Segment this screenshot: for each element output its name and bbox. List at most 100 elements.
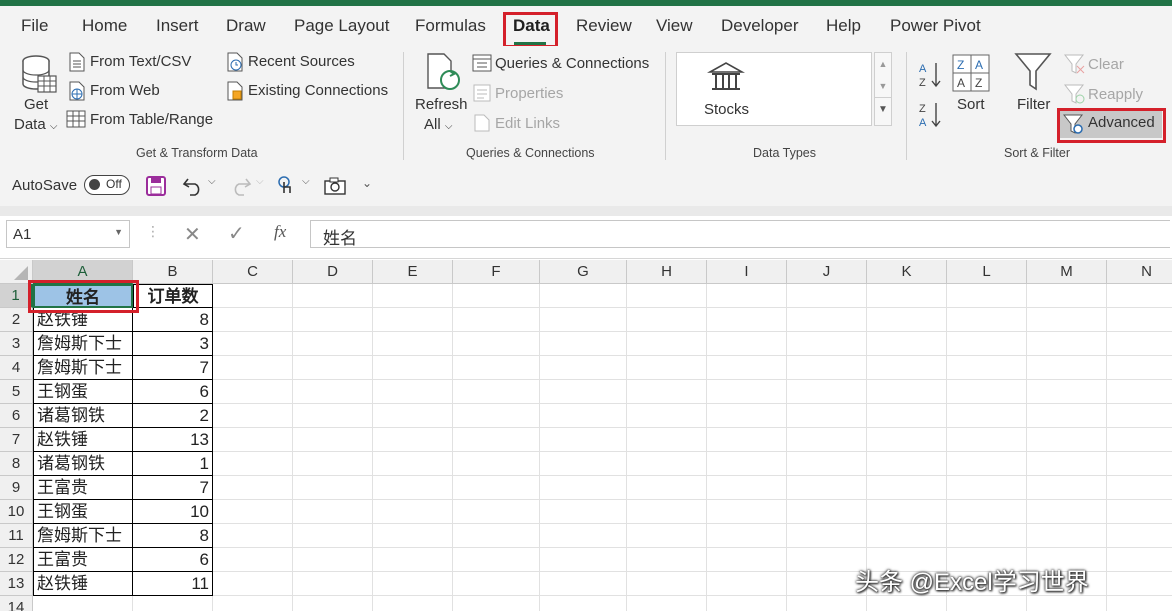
cell-name[interactable]: 赵铁锤 xyxy=(33,572,133,596)
cell-name[interactable]: 詹姆斯下士 xyxy=(33,356,133,380)
cell-name[interactable]: 王钢蛋 xyxy=(33,380,133,404)
chevron-down-icon[interactable]: ⌵ xyxy=(302,176,310,187)
row-header-4[interactable]: 4 xyxy=(0,356,33,380)
save-icon[interactable] xyxy=(146,176,166,196)
row-header-13[interactable]: 13 xyxy=(0,572,33,596)
cell-orders[interactable]: 6 xyxy=(133,548,213,572)
column-header-j[interactable]: J xyxy=(787,260,867,284)
sort-button[interactable]: Sort xyxy=(957,96,985,113)
cell-orders[interactable]: 6 xyxy=(133,380,213,404)
autosave-toggle[interactable]: Off xyxy=(84,175,130,195)
column-header-h[interactable]: H xyxy=(627,260,707,284)
column-header-g[interactable]: G xyxy=(540,260,627,284)
cancel-icon[interactable]: ✕ xyxy=(184,222,201,247)
tab-formulas[interactable]: Formulas xyxy=(415,16,486,36)
row-header-7[interactable]: 7 xyxy=(0,428,33,452)
tab-page-layout[interactable]: Page Layout xyxy=(294,16,389,36)
cell-orders[interactable]: 10 xyxy=(133,500,213,524)
cell-name[interactable]: 王钢蛋 xyxy=(33,500,133,524)
row-header-9[interactable]: 9 xyxy=(0,476,33,500)
tab-home[interactable]: Home xyxy=(82,16,127,36)
cell-name[interactable]: 王富贵 xyxy=(33,476,133,500)
tab-insert[interactable]: Insert xyxy=(156,16,199,36)
enter-icon[interactable]: ✓ xyxy=(228,221,245,246)
get-data-label-1[interactable]: Get xyxy=(24,96,48,113)
worksheet-grid[interactable]: A B C D E F G H I J K L M N 1 2 3 4 5 6 7 8 9 10 11 12 13 14 姓名 订单数 赵铁… xyxy=(0,260,1172,611)
cell-name[interactable]: 詹姆斯下士 xyxy=(33,524,133,548)
column-header-c[interactable]: C xyxy=(213,260,293,284)
data-types-gallery[interactable]: Stocks xyxy=(676,52,872,126)
cell-b1-header-orders[interactable]: 订单数 xyxy=(133,284,213,308)
name-box[interactable]: A1 ▼ xyxy=(6,220,130,248)
tab-view[interactable]: View xyxy=(656,16,693,36)
cell-name[interactable]: 诸葛钢铁 xyxy=(33,404,133,428)
column-header-e[interactable]: E xyxy=(373,260,453,284)
cell-name[interactable]: 赵铁锤 xyxy=(33,428,133,452)
row-header-10[interactable]: 10 xyxy=(0,500,33,524)
sort-icon: Z A A Z xyxy=(952,54,990,92)
cell-orders[interactable]: 7 xyxy=(133,476,213,500)
row-header-12[interactable]: 12 xyxy=(0,548,33,572)
row-header-8[interactable]: 8 xyxy=(0,452,33,476)
gallery-down-icon[interactable]: ▼ xyxy=(875,75,891,97)
cell-name[interactable]: 詹姆斯下士 xyxy=(33,332,133,356)
row-header-11[interactable]: 11 xyxy=(0,524,33,548)
recent-sources-button[interactable]: Recent Sources xyxy=(248,53,355,70)
stocks-button[interactable]: Stocks xyxy=(704,101,749,118)
refresh-all-button[interactable]: All ⌵ xyxy=(424,116,452,133)
tab-power-pivot[interactable]: Power Pivot xyxy=(890,16,981,36)
row-header-6[interactable]: 6 xyxy=(0,404,33,428)
tab-review[interactable]: Review xyxy=(576,16,632,36)
cell-orders[interactable]: 8 xyxy=(133,308,213,332)
column-header-i[interactable]: I xyxy=(707,260,787,284)
column-header-l[interactable]: L xyxy=(947,260,1027,284)
tab-help[interactable]: Help xyxy=(826,16,861,36)
from-table-range-button[interactable]: From Table/Range xyxy=(90,111,213,128)
customize-qat-icon[interactable]: ⌄ xyxy=(362,176,372,190)
formula-input[interactable]: 姓名 xyxy=(310,220,1170,248)
tab-draw[interactable]: Draw xyxy=(226,16,266,36)
cell-orders[interactable]: 2 xyxy=(133,404,213,428)
cell-orders[interactable]: 1 xyxy=(133,452,213,476)
cell-orders[interactable]: 8 xyxy=(133,524,213,548)
column-header-k[interactable]: K xyxy=(867,260,947,284)
column-header-f[interactable]: F xyxy=(453,260,540,284)
gridline xyxy=(292,284,293,611)
chevron-down-icon[interactable]: ⌵ xyxy=(208,176,216,187)
cell-orders[interactable]: 13 xyxy=(133,428,213,452)
chevron-down-icon[interactable]: ▼ xyxy=(114,227,123,237)
column-header-d[interactable]: D xyxy=(293,260,373,284)
cell-orders[interactable]: 3 xyxy=(133,332,213,356)
properties-button[interactable]: Properties xyxy=(495,85,563,102)
gallery-more-icon[interactable]: ▼ xyxy=(875,97,891,122)
undo-icon[interactable] xyxy=(182,176,204,196)
cell-name[interactable]: 诸葛钢铁 xyxy=(33,452,133,476)
from-text-csv-button[interactable]: From Text/CSV xyxy=(90,53,191,70)
cell-orders[interactable]: 7 xyxy=(133,356,213,380)
row-header-3[interactable]: 3 xyxy=(0,332,33,356)
cell-orders[interactable]: 11 xyxy=(133,572,213,596)
clear-button[interactable]: Clear xyxy=(1088,56,1124,73)
column-header-n[interactable]: N xyxy=(1107,260,1172,284)
get-data-button[interactable]: Data ⌵ xyxy=(14,116,57,133)
tab-developer[interactable]: Developer xyxy=(721,16,799,36)
cell-name[interactable]: 王富贵 xyxy=(33,548,133,572)
gallery-up-icon[interactable]: ▲ xyxy=(875,53,891,75)
row-header-14[interactable]: 14 xyxy=(0,596,33,611)
tab-file[interactable]: File xyxy=(21,16,48,36)
refresh-label[interactable]: Refresh xyxy=(415,96,468,113)
touch-mode-icon[interactable] xyxy=(276,175,296,197)
svg-text:Z: Z xyxy=(919,77,926,89)
row-header-5[interactable]: 5 xyxy=(0,380,33,404)
insert-function-icon[interactable]: fx xyxy=(274,222,286,242)
camera-icon[interactable] xyxy=(324,177,346,195)
reapply-button[interactable]: Reapply xyxy=(1088,86,1143,103)
filter-button[interactable]: Filter xyxy=(1017,96,1050,113)
advanced-highlight xyxy=(1057,108,1166,143)
edit-links-button[interactable]: Edit Links xyxy=(495,115,560,132)
queries-connections-button[interactable]: Queries & Connections xyxy=(495,55,649,72)
existing-connections-button[interactable]: Existing Connections xyxy=(248,82,388,99)
column-header-m[interactable]: M xyxy=(1027,260,1107,284)
from-web-button[interactable]: From Web xyxy=(90,82,160,99)
column-header-b[interactable]: B xyxy=(133,260,213,284)
